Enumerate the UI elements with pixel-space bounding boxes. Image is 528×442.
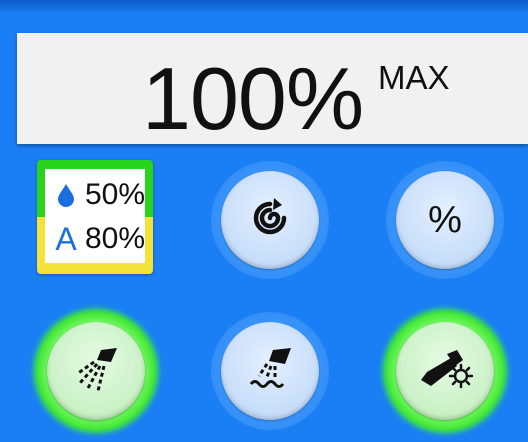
spray-button-face: [47, 322, 145, 420]
handpiece-light-icon: [417, 344, 474, 399]
air-ratio-value: 80%: [85, 222, 146, 255]
handpiece-light-button-face: [396, 322, 494, 420]
water-drop-icon: [51, 182, 81, 208]
spray-icon: [71, 344, 121, 399]
water-ratio-value: 50%: [85, 178, 146, 211]
water-jet-icon: [245, 344, 295, 399]
percent-button[interactable]: %: [386, 161, 504, 279]
spray-button[interactable]: [37, 312, 155, 430]
percent-button-face: %: [396, 171, 494, 269]
percent-label: %: [428, 198, 462, 241]
ratio-panel: 50% A 80%: [45, 169, 145, 263]
swirl-button-face: [221, 171, 319, 269]
water-ratio-row: 50%: [51, 175, 145, 215]
air-ratio-row: A 80%: [51, 219, 145, 259]
swirl-icon: [248, 196, 292, 245]
water-air-ratio-card[interactable]: 50% A 80%: [37, 160, 153, 274]
swirl-button[interactable]: [211, 161, 329, 279]
air-letter: A: [55, 220, 77, 257]
water-jet-button-face: [221, 322, 319, 420]
power-unit: MAX: [378, 59, 450, 96]
power-display: 100% MAX: [17, 33, 528, 144]
water-jet-button[interactable]: [211, 312, 329, 430]
top-bar: [0, 0, 528, 11]
handpiece-light-button[interactable]: [386, 312, 504, 430]
power-value: 100%: [142, 49, 364, 148]
